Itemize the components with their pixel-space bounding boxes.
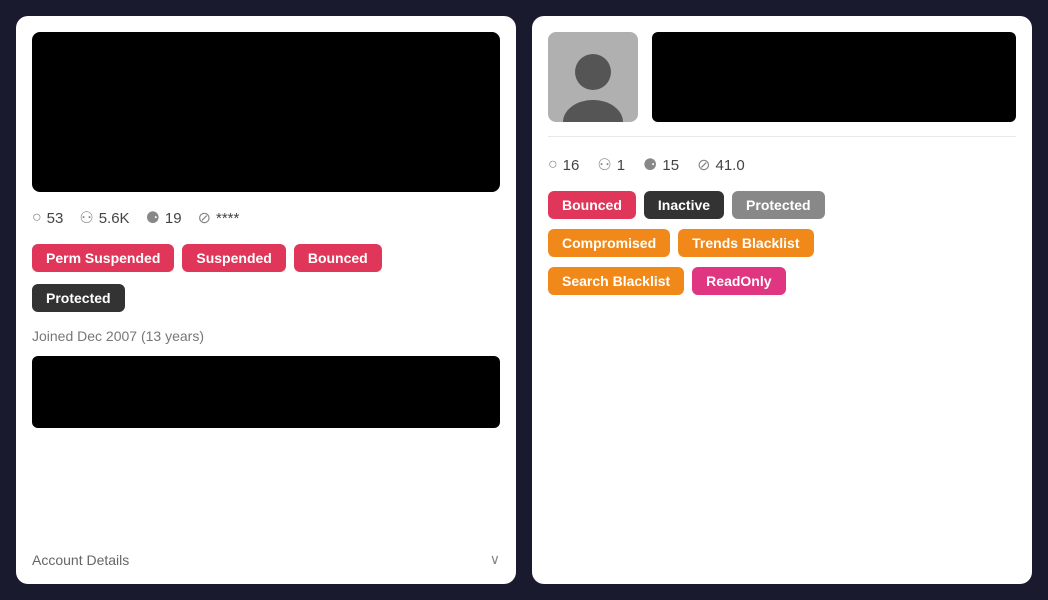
chevron-down-icon: ∨ [490,551,500,568]
following-stat-right: ⚈ 15 [643,155,679,175]
left-badges-row: Perm Suspended Suspended Bounced [32,244,500,272]
bio-text [32,356,500,428]
protected-badge-right[interactable]: Protected [732,191,825,219]
following-stat: ⚈ 19 [146,208,182,228]
followers-icon: ⚇ [79,208,93,228]
right-badges-row-3: Search Blacklist ReadOnly [548,267,1016,295]
followers-icon-right: ⚇ [597,155,611,175]
protected-badge[interactable]: Protected [32,284,125,312]
divider [548,136,1016,137]
account-details-row[interactable]: Account Details ∨ [32,547,500,568]
right-stats-row: ○ 16 ⚇ 1 ⚈ 15 ⊘ 41.0 [548,151,1016,179]
blocked-icon: ⊘ [198,208,211,228]
search-blacklist-badge[interactable]: Search Blacklist [548,267,684,295]
avatar-silhouette-icon [561,50,625,122]
following-icon: ⚈ [146,208,160,228]
right-badges-row-2: Compromised Trends Blacklist [548,229,1016,257]
joined-date: Joined Dec 2007 (13 years) [32,328,500,344]
main-container: ○ 53 ⚇ 5.6K ⚈ 19 ⊘ **** Perm Suspended S… [0,0,1048,600]
bounced-badge[interactable]: Bounced [294,244,382,272]
left-card: ○ 53 ⚇ 5.6K ⚈ 19 ⊘ **** Perm Suspended S… [16,16,516,584]
comment-icon-right: ○ [548,156,558,174]
left-badges-row-2: Protected [32,284,500,312]
blocked-stat-right: ⊘ 41.0 [697,155,745,175]
blocked-stat: ⊘ **** [198,208,240,228]
perm-suspended-badge[interactable]: Perm Suspended [32,244,174,272]
bounced-badge-right[interactable]: Bounced [548,191,636,219]
right-badges-section: Bounced Inactive Protected Compromised T… [548,191,1016,295]
trends-blacklist-badge[interactable]: Trends Blacklist [678,229,813,257]
right-card: ○ 16 ⚇ 1 ⚈ 15 ⊘ 41.0 Bounced Inactive Pr… [532,16,1032,584]
account-details-label: Account Details [32,552,129,568]
comment-icon: ○ [32,209,42,227]
readonly-badge[interactable]: ReadOnly [692,267,785,295]
profile-header [548,32,1016,122]
inactive-badge[interactable]: Inactive [644,191,724,219]
blocked-icon-right: ⊘ [697,155,710,175]
comments-stat-right: ○ 16 [548,156,579,174]
comments-stat: ○ 53 [32,209,63,227]
followers-stat-right: ⚇ 1 [597,155,625,175]
following-icon-right: ⚈ [643,155,657,175]
compromised-badge[interactable]: Compromised [548,229,670,257]
avatar [548,32,638,122]
banner-image [32,32,500,192]
suspended-badge[interactable]: Suspended [182,244,285,272]
followers-stat: ⚇ 5.6K [79,208,129,228]
right-badges-row-1: Bounced Inactive Protected [548,191,1016,219]
profile-name-image [652,32,1016,122]
left-stats-row: ○ 53 ⚇ 5.6K ⚈ 19 ⊘ **** [32,204,500,232]
